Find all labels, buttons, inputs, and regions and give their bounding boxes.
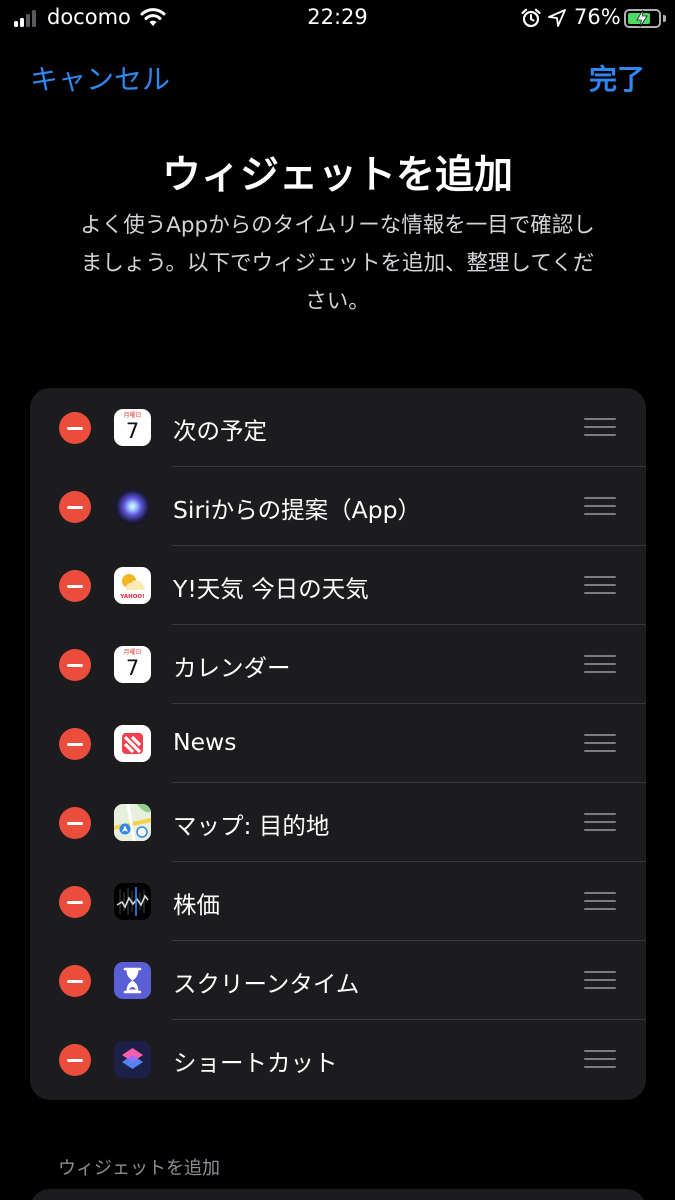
widget-row[interactable]: 株価 bbox=[30, 862, 646, 941]
reorder-handle[interactable] bbox=[584, 655, 616, 673]
reorder-handle[interactable] bbox=[584, 576, 616, 594]
remove-button[interactable] bbox=[59, 807, 91, 839]
reorder-handle[interactable] bbox=[584, 734, 616, 752]
remove-button[interactable] bbox=[59, 412, 91, 444]
widget-label: Y!天気 今日の天気 bbox=[173, 575, 369, 603]
battery-icon bbox=[624, 9, 661, 28]
siri-icon bbox=[114, 488, 151, 525]
remove-button[interactable] bbox=[59, 886, 91, 918]
maps-icon bbox=[114, 804, 151, 841]
done-button[interactable]: 完了 bbox=[589, 58, 645, 98]
widget-list: 月曜日 7 次の予定 Siriからの提案（App） YAHOO! Y!天気 今日… bbox=[30, 388, 646, 1100]
alarm-icon bbox=[521, 8, 541, 28]
add-widget-list bbox=[30, 1189, 646, 1200]
widget-label: マップ: 目的地 bbox=[173, 812, 330, 840]
widget-row[interactable]: News bbox=[30, 704, 646, 783]
remove-button[interactable] bbox=[59, 649, 91, 681]
description-line: さい。 bbox=[305, 289, 370, 314]
battery-tip bbox=[663, 15, 666, 22]
widget-label: 株価 bbox=[173, 891, 220, 919]
widget-label: News bbox=[173, 728, 237, 756]
widget-row[interactable]: スクリーンタイム bbox=[30, 941, 646, 1020]
remove-button[interactable] bbox=[59, 570, 91, 602]
reorder-handle[interactable] bbox=[584, 813, 616, 831]
status-bar: docomo 22:29 76% bbox=[0, 0, 675, 36]
remove-button[interactable] bbox=[59, 728, 91, 760]
battery-percent: 76% bbox=[574, 5, 621, 29]
remove-button[interactable] bbox=[59, 1044, 91, 1076]
page-description: よく使うAppからのタイムリーな情報を一目で確認し ましょう。以下でウィジェット… bbox=[50, 207, 625, 321]
yahoo-weather-icon: YAHOO! bbox=[114, 567, 151, 604]
remove-button[interactable] bbox=[59, 491, 91, 523]
widget-row[interactable]: 月曜日 7 次の予定 bbox=[30, 388, 646, 467]
widget-row[interactable]: Siriからの提案（App） bbox=[30, 467, 646, 546]
remove-button[interactable] bbox=[59, 965, 91, 997]
widget-label: カレンダー bbox=[173, 654, 291, 682]
reorder-handle[interactable] bbox=[584, 1050, 616, 1068]
reorder-handle[interactable] bbox=[584, 892, 616, 910]
widget-label: Siriからの提案（App） bbox=[173, 496, 422, 524]
widget-label: ショートカット bbox=[173, 1049, 338, 1077]
description-line: ましょう。以下でウィジェットを追加、整理してくだ bbox=[80, 251, 595, 276]
cancel-button[interactable]: キャンセル bbox=[30, 58, 170, 98]
description-line: よく使うAppからのタイムリーな情報を一目で確認し bbox=[80, 213, 595, 238]
page-title: ウィジェットを追加 bbox=[161, 153, 513, 198]
svg-text:YAHOO!: YAHOO! bbox=[119, 594, 144, 600]
reorder-handle[interactable] bbox=[584, 497, 616, 515]
widget-row[interactable]: YAHOO! Y!天気 今日の天気 bbox=[30, 546, 646, 625]
widget-row[interactable]: ショートカット bbox=[30, 1020, 646, 1099]
widget-row[interactable]: 月曜日 7 カレンダー bbox=[30, 625, 646, 704]
calendar-icon: 月曜日 7 bbox=[114, 646, 151, 683]
widget-label: 次の予定 bbox=[173, 417, 267, 445]
calendar-icon: 月曜日 7 bbox=[114, 409, 151, 446]
widget-row[interactable]: マップ: 目的地 bbox=[30, 783, 646, 862]
stocks-icon bbox=[114, 883, 151, 920]
add-widgets-section-header: ウィジェットを追加 bbox=[58, 1158, 220, 1179]
screen-time-icon bbox=[114, 962, 151, 999]
news-icon bbox=[114, 725, 151, 762]
reorder-handle[interactable] bbox=[584, 418, 616, 436]
location-icon bbox=[548, 9, 566, 27]
shortcuts-icon bbox=[114, 1041, 151, 1078]
widget-label: スクリーンタイム bbox=[173, 970, 360, 998]
reorder-handle[interactable] bbox=[584, 971, 616, 989]
